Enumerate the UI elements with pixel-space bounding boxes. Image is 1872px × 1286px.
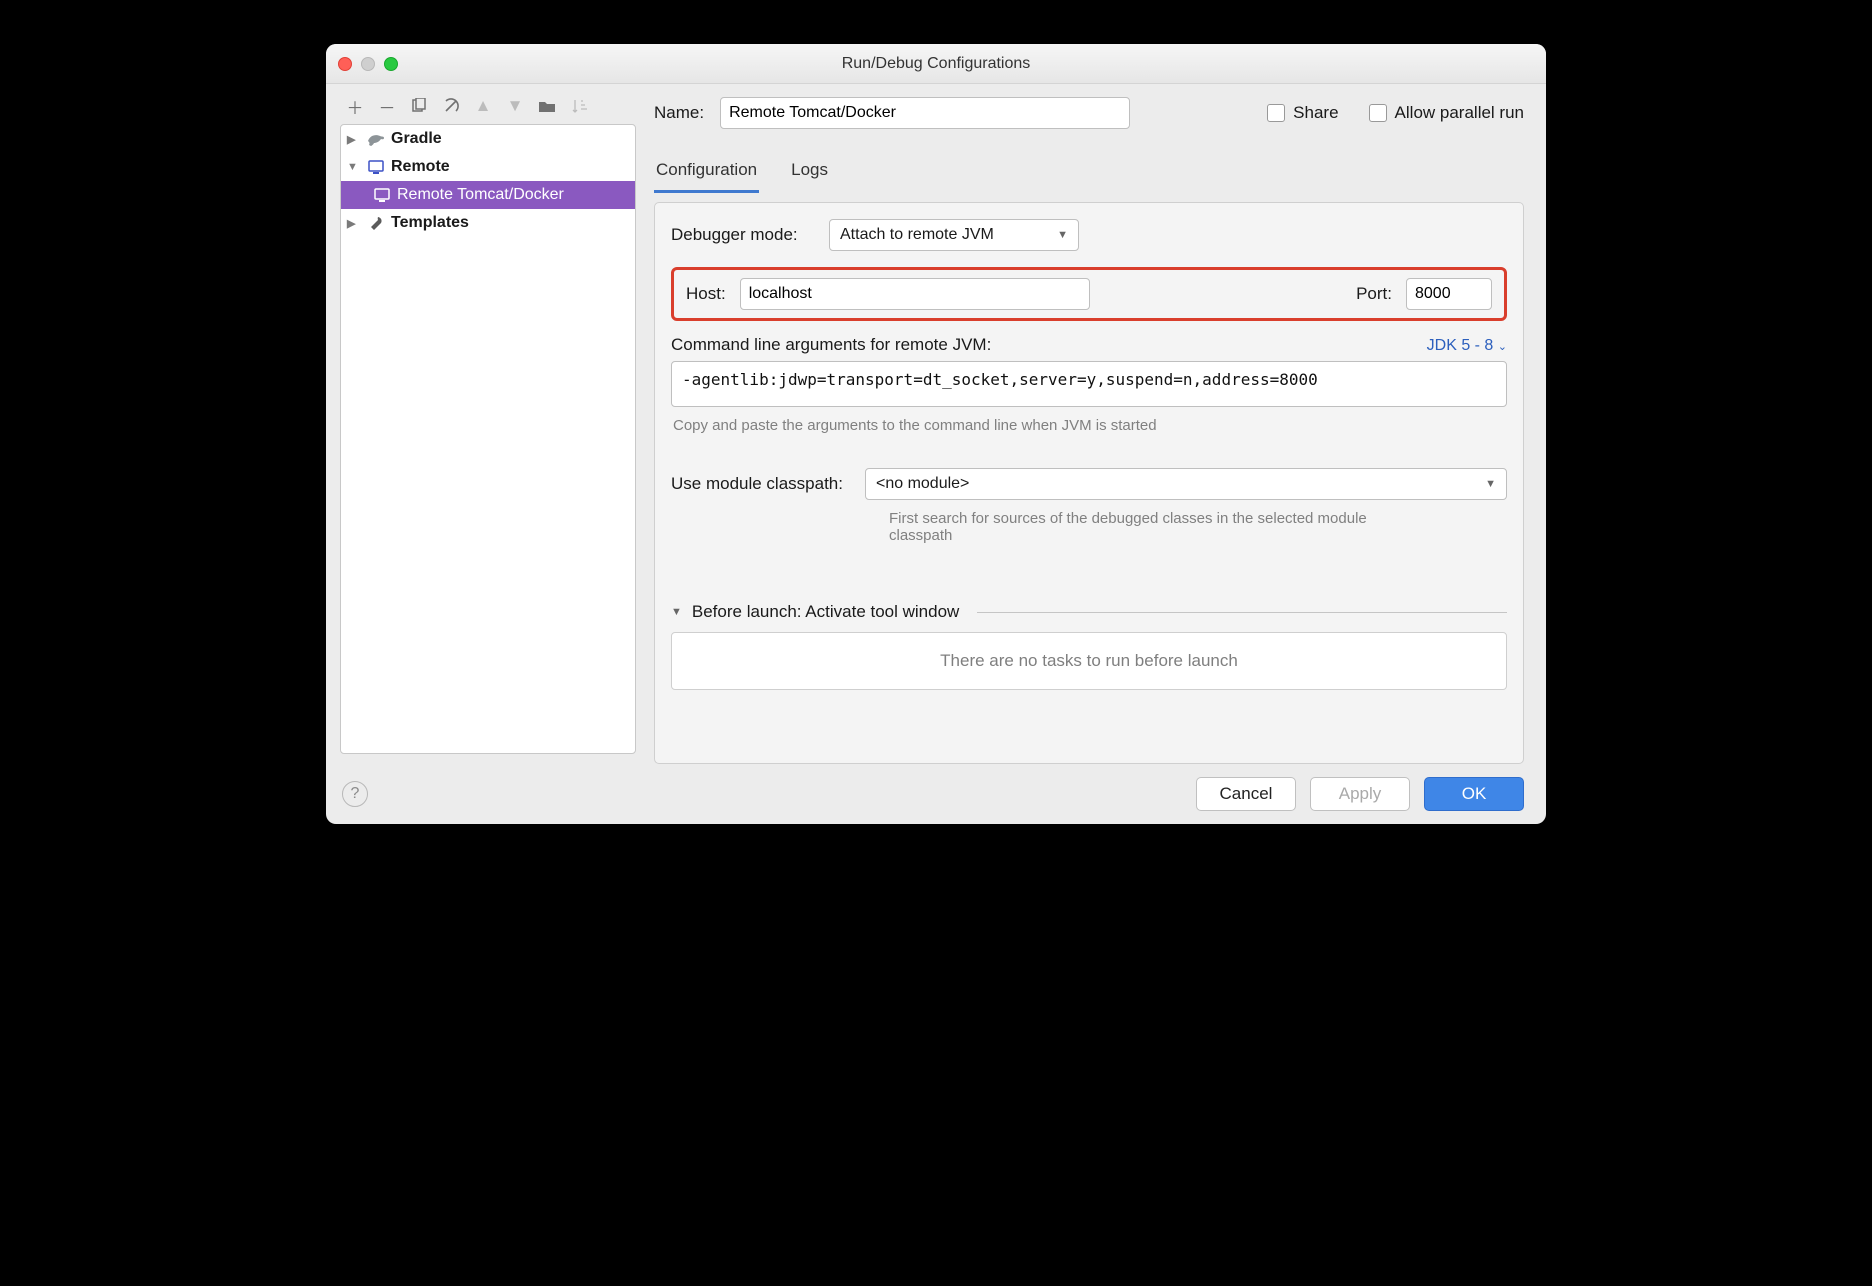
before-launch-list: There are no tasks to run before launch bbox=[671, 632, 1507, 690]
cancel-button[interactable]: Cancel bbox=[1196, 777, 1296, 811]
window-controls bbox=[338, 57, 398, 71]
jdk-version-dropdown[interactable]: JDK 5 - 8 ⌄ bbox=[1427, 337, 1507, 355]
before-launch-label: Before launch: Activate tool window bbox=[692, 602, 959, 622]
tree-item-label: Remote Tomcat/Docker bbox=[397, 186, 564, 204]
titlebar: Run/Debug Configurations bbox=[326, 44, 1546, 84]
chevron-down-icon: ▼ bbox=[1057, 229, 1068, 241]
before-launch-header[interactable]: ▼ Before launch: Activate tool window bbox=[671, 602, 1507, 622]
config-tabs: Configuration Logs bbox=[654, 154, 1524, 194]
right-pane: Name: Share Allow parallel run Configura… bbox=[636, 84, 1546, 764]
tree-item-remote-tomcat-docker[interactable]: Remote Tomcat/Docker bbox=[341, 181, 635, 209]
name-input[interactable] bbox=[720, 97, 1130, 129]
dialog-footer: ? Cancel Apply OK bbox=[326, 764, 1546, 824]
copy-icon[interactable] bbox=[410, 98, 428, 114]
left-pane: ＋ － ▲ ▼ bbox=[326, 84, 636, 764]
module-classpath-hint: First search for sources of the debugged… bbox=[889, 510, 1369, 544]
chevron-down-icon: ▼ bbox=[347, 161, 363, 173]
close-window-icon[interactable] bbox=[338, 57, 352, 71]
chevron-down-icon: ▼ bbox=[1485, 478, 1496, 490]
config-tree[interactable]: ▶ Gradle ▼ Remote bbox=[340, 124, 636, 754]
debugger-mode-select[interactable]: Attach to remote JVM ▼ bbox=[829, 219, 1079, 251]
move-down-icon: ▼ bbox=[506, 96, 524, 116]
tree-toolbar: ＋ － ▲ ▼ bbox=[340, 94, 636, 124]
tree-item-label: Templates bbox=[391, 214, 469, 232]
tree-item-templates[interactable]: ▶ Templates bbox=[341, 209, 635, 237]
maximize-window-icon[interactable] bbox=[384, 57, 398, 71]
ok-button[interactable]: OK bbox=[1424, 777, 1524, 811]
share-checkbox[interactable]: Share bbox=[1267, 103, 1338, 123]
edit-defaults-icon[interactable] bbox=[442, 98, 460, 114]
chevron-down-icon: ⌄ bbox=[1498, 341, 1507, 353]
chevron-right-icon: ▶ bbox=[347, 217, 363, 230]
debugger-mode-label: Debugger mode: bbox=[671, 225, 829, 245]
run-debug-config-window: Run/Debug Configurations ＋ － ▲ ▼ bbox=[326, 44, 1546, 824]
move-up-icon: ▲ bbox=[474, 96, 492, 116]
wrench-icon bbox=[365, 215, 387, 231]
name-label: Name: bbox=[654, 103, 704, 123]
help-button[interactable]: ? bbox=[342, 781, 368, 807]
tree-item-label: Remote bbox=[391, 158, 450, 176]
cmdline-arguments-field[interactable]: -agentlib:jdwp=transport=dt_socket,serve… bbox=[671, 361, 1507, 407]
tree-item-remote[interactable]: ▼ Remote bbox=[341, 153, 635, 181]
minimize-window-icon[interactable] bbox=[361, 57, 375, 71]
chevron-right-icon: ▶ bbox=[347, 133, 363, 146]
module-classpath-value: <no module> bbox=[876, 475, 969, 493]
host-label: Host: bbox=[686, 284, 726, 304]
module-classpath-select[interactable]: <no module> ▼ bbox=[865, 468, 1507, 500]
host-input[interactable] bbox=[740, 278, 1090, 310]
tab-configuration[interactable]: Configuration bbox=[654, 154, 759, 193]
sort-icon bbox=[570, 98, 588, 114]
chevron-down-icon: ▼ bbox=[671, 606, 682, 618]
dialog-body: ＋ － ▲ ▼ bbox=[326, 84, 1546, 824]
folder-icon[interactable] bbox=[538, 98, 556, 114]
remote-icon bbox=[371, 188, 393, 202]
tab-logs[interactable]: Logs bbox=[789, 154, 830, 193]
remove-icon[interactable]: － bbox=[378, 94, 396, 119]
add-icon[interactable]: ＋ bbox=[346, 94, 364, 119]
remote-icon bbox=[365, 160, 387, 174]
tree-item-label: Gradle bbox=[391, 130, 442, 148]
host-port-highlight: Host: Port: bbox=[671, 267, 1507, 321]
port-label: Port: bbox=[1356, 284, 1392, 304]
port-input[interactable] bbox=[1406, 278, 1492, 310]
debugger-mode-value: Attach to remote JVM bbox=[840, 226, 994, 244]
module-classpath-label: Use module classpath: bbox=[671, 474, 843, 494]
allow-parallel-checkbox[interactable]: Allow parallel run bbox=[1369, 103, 1524, 123]
cmdline-label: Command line arguments for remote JVM: bbox=[671, 335, 991, 355]
allow-parallel-label: Allow parallel run bbox=[1395, 103, 1524, 123]
before-launch-section: ▼ Before launch: Activate tool window Th… bbox=[671, 602, 1507, 690]
window-title: Run/Debug Configurations bbox=[326, 55, 1546, 73]
gradle-icon bbox=[365, 132, 387, 146]
configuration-panel: Debugger mode: Attach to remote JVM ▼ Ho… bbox=[654, 202, 1524, 764]
apply-button[interactable]: Apply bbox=[1310, 777, 1410, 811]
share-label: Share bbox=[1293, 103, 1338, 123]
before-launch-empty-text: There are no tasks to run before launch bbox=[940, 651, 1238, 671]
cmdline-hint: Copy and paste the arguments to the comm… bbox=[673, 417, 1505, 434]
tree-item-gradle[interactable]: ▶ Gradle bbox=[341, 125, 635, 153]
